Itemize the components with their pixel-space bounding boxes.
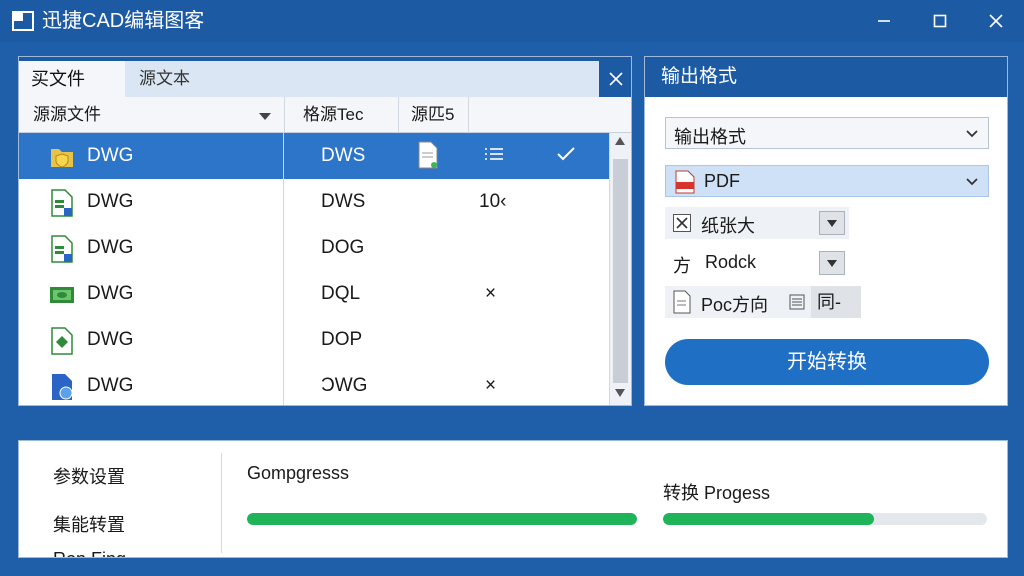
file-name: DWG: [87, 283, 134, 304]
scroll-down-icon[interactable]: [615, 389, 625, 397]
file-name: DWG: [87, 375, 134, 396]
output-settings-panel: 输出格式 输出格式 PDF 纸张大 方 Rodck Poc方向 同- 开始转换: [644, 56, 1008, 406]
dropdown-button[interactable]: [819, 251, 845, 275]
start-convert-button[interactable]: 开始转换: [665, 339, 989, 385]
document-icon[interactable]: [417, 141, 439, 169]
file-output: ƆWG: [321, 375, 368, 396]
checkbox[interactable]: [673, 214, 691, 232]
progress-label: Gompgresss: [247, 463, 350, 483]
folder-shield-icon: [51, 149, 73, 168]
option-prefix: 方: [673, 256, 691, 276]
file-name: DWG: [87, 191, 134, 212]
tab-source[interactable]: 源文本: [125, 61, 675, 97]
progress-fill: [663, 513, 874, 525]
table-row[interactable]: DWG DOP: [19, 317, 609, 363]
file-name: DWG: [87, 237, 134, 258]
file-extra: ×: [485, 283, 497, 304]
panel-title: 输出格式: [645, 57, 1007, 97]
progress-bar: [247, 513, 637, 525]
extra-link[interactable]: Ron Fing ...: [53, 549, 146, 557]
list-icon[interactable]: [789, 294, 805, 310]
performance-link[interactable]: 集能转置: [53, 511, 125, 537]
file-rows: DWG DWS DWG DWS 10‹ DWG DOG DWG DQL × DW…: [19, 133, 609, 405]
conversion-progress-bar: [663, 513, 987, 525]
document-icon: [673, 290, 691, 314]
option-label: 纸张大: [701, 216, 755, 236]
tab-source-label: 源文本: [139, 69, 190, 88]
title-bar: 迅捷CAD编辑图客: [0, 0, 1024, 42]
tab-files[interactable]: 买文件: [19, 61, 125, 97]
format-value: PDF: [704, 171, 740, 191]
caret-down-icon: [827, 259, 837, 267]
direction-option: Poc方向 同-: [665, 286, 861, 318]
conversion-progress-label: 转换 Progess: [663, 483, 771, 503]
cad-file-icon: [51, 189, 73, 217]
pdf-icon: [675, 170, 695, 194]
check-icon[interactable]: [557, 147, 575, 161]
chevron-down-icon: [966, 178, 978, 186]
diamond-file-icon: [51, 327, 73, 355]
x-icon: [676, 217, 688, 229]
window-title: 迅捷CAD编辑图客: [42, 10, 205, 32]
maximize-icon: [933, 14, 947, 28]
file-output: DWS: [321, 145, 366, 166]
caret-down-icon: [827, 219, 837, 227]
file-list-panel: 买文件 源文本 源源文件 格源Tec 源匹5 DWG DWS DWG DWS 1…: [18, 56, 675, 406]
image-file-icon: [50, 287, 74, 303]
blue-doc-icon: [52, 374, 73, 400]
scroll-thumb[interactable]: [613, 159, 628, 383]
cad-file-icon: [51, 235, 73, 263]
option-label: Poc方向: [701, 295, 769, 315]
column-extra[interactable]: 源匹5: [399, 97, 469, 133]
column-divider: [283, 133, 284, 405]
app-logo: [12, 11, 34, 31]
file-name: DWG: [87, 145, 134, 166]
table-row[interactable]: DWG DWS 10‹: [19, 179, 609, 225]
table-row[interactable]: DWG DWS: [19, 133, 609, 179]
column-label: 源源文件: [33, 105, 101, 124]
chevron-down-icon: [966, 130, 978, 138]
tab-strip: 买文件 源文本: [19, 57, 675, 97]
table-row[interactable]: DWG DOG: [19, 225, 609, 271]
maximize-button[interactable]: [920, 6, 960, 36]
minimize-button[interactable]: [864, 6, 904, 36]
option-value[interactable]: 同-: [811, 286, 861, 318]
file-extra: ×: [485, 375, 497, 396]
scroll-up-icon[interactable]: [615, 137, 625, 145]
panel-close-button[interactable]: [601, 63, 631, 95]
dropdown-button[interactable]: [819, 211, 845, 235]
format-value-select[interactable]: PDF: [665, 165, 989, 197]
minimize-icon: [878, 20, 890, 22]
close-button[interactable]: [976, 6, 1016, 36]
bottom-status-panel: 参数设置 集能转置 Ron Fing ... Gompgresss 转换 Pro…: [18, 440, 1008, 558]
orientation-option: 方 Rodck: [665, 247, 849, 279]
file-output: DQL: [321, 283, 361, 304]
select-label: 输出格式: [674, 127, 746, 147]
option-label: Rodck: [705, 252, 757, 272]
list-icon[interactable]: [485, 147, 503, 161]
divider: [221, 453, 222, 553]
column-header: 源源文件 格源Tec 源匹5: [19, 97, 631, 133]
paper-size-option: 纸张大: [665, 207, 849, 239]
progress-fill: [247, 513, 637, 525]
output-format-select[interactable]: 输出格式: [665, 117, 989, 149]
settings-link[interactable]: 参数设置: [53, 463, 125, 489]
vertical-scrollbar[interactable]: [609, 133, 631, 405]
column-output-format[interactable]: 格源Tec: [285, 97, 399, 133]
file-name: DWG: [87, 329, 134, 350]
close-icon: [989, 14, 1003, 28]
file-output: DOP: [321, 329, 363, 350]
file-extra: 10‹: [479, 191, 507, 212]
sort-arrow-icon[interactable]: [259, 113, 271, 121]
column-source-file[interactable]: 源源文件: [19, 97, 285, 133]
file-output: DWS: [321, 191, 366, 212]
table-row[interactable]: DWG DQL ×: [19, 271, 609, 317]
table-row[interactable]: DWG ƆWG ×: [19, 363, 609, 405]
close-icon: [609, 72, 623, 86]
file-output: DOG: [321, 237, 365, 258]
